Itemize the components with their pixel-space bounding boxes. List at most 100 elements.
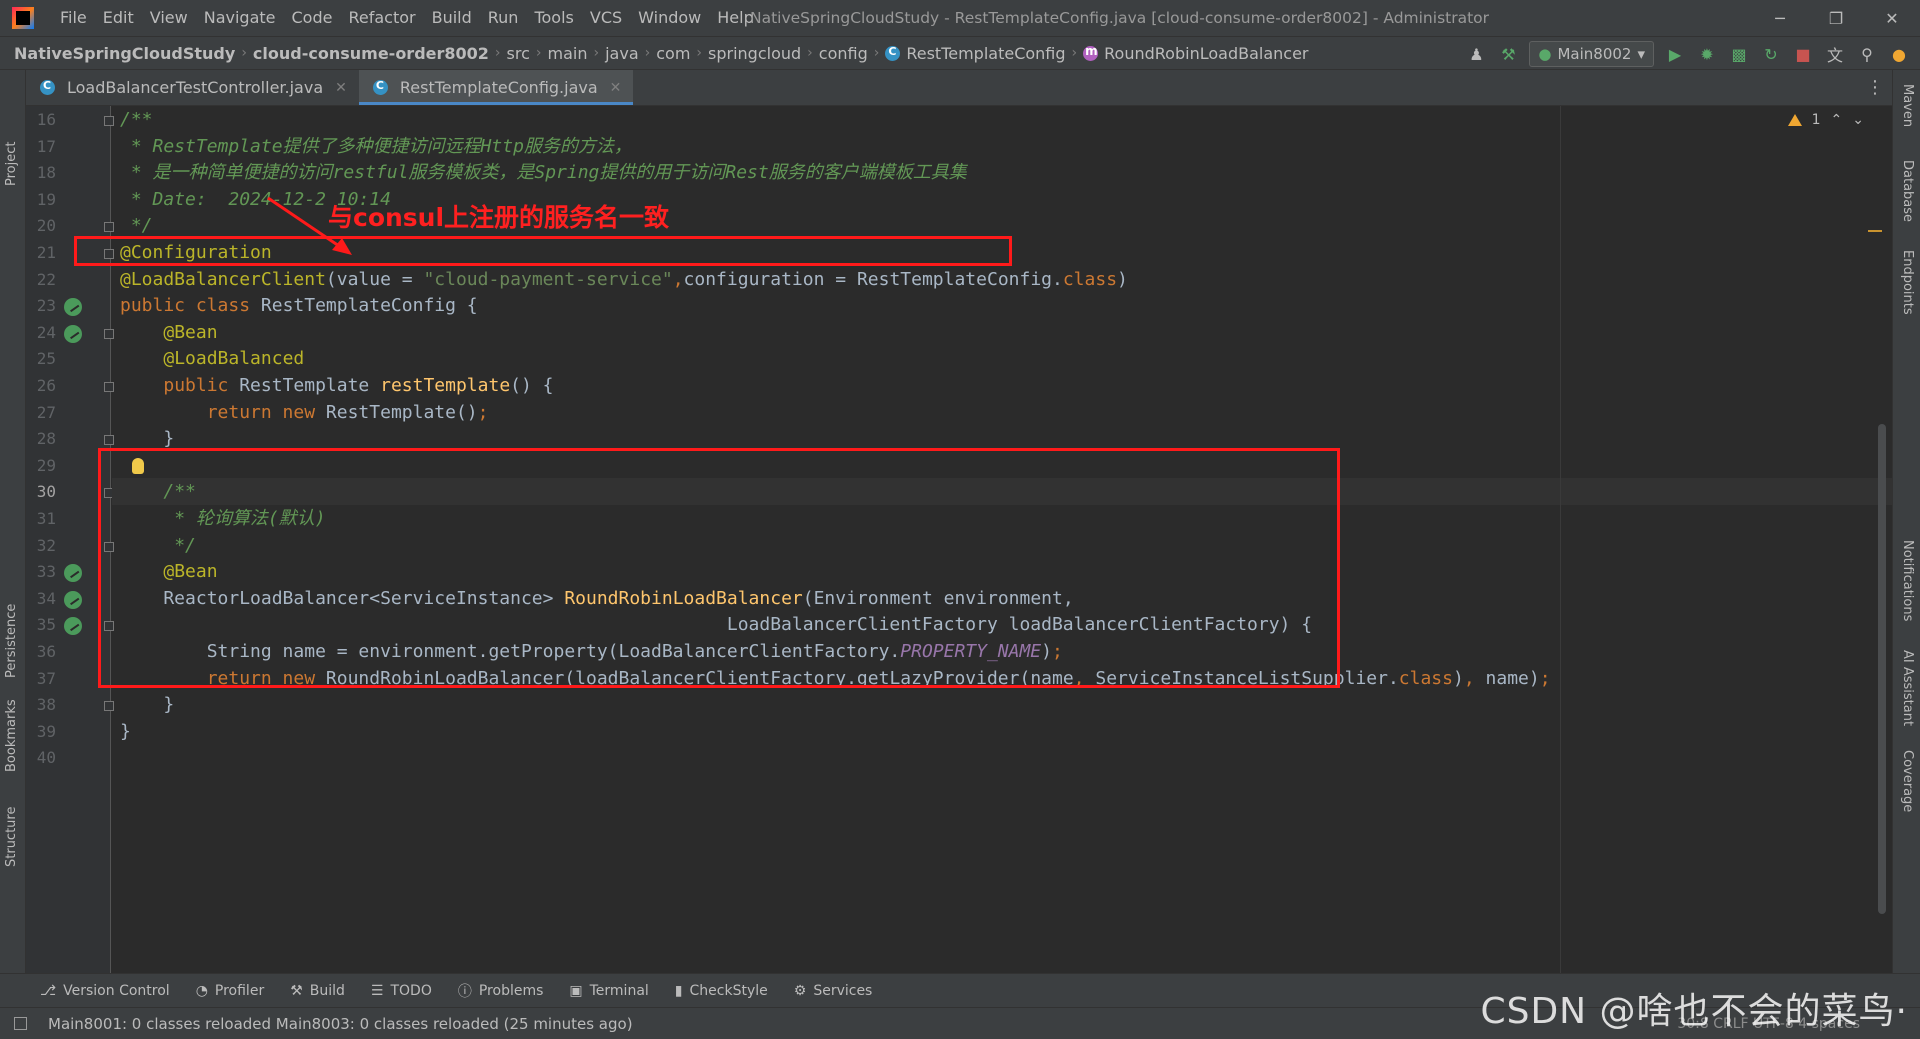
fold-marker-icon[interactable] — [104, 328, 114, 339]
code-line[interactable]: return new RestTemplate(); — [120, 397, 489, 429]
breadcrumb-item[interactable]: com — [656, 44, 690, 63]
fold-marker-icon[interactable] — [104, 116, 114, 126]
tool-window-todo[interactable]: ☰ TODO — [371, 983, 432, 999]
line-number[interactable]: 28 — [26, 429, 56, 448]
line-number[interactable]: 39 — [26, 722, 56, 741]
spring-bean-icon[interactable] — [64, 564, 82, 583]
chevron-up-icon[interactable]: ⌃ — [1831, 112, 1843, 128]
fold-marker-icon[interactable] — [104, 435, 114, 446]
line-number[interactable]: 38 — [26, 695, 56, 714]
tool-window-bookmarks[interactable]: Bookmarks — [4, 699, 19, 772]
line-number[interactable]: 37 — [26, 669, 56, 688]
chevron-down-icon[interactable]: ⌄ — [1852, 112, 1864, 128]
tool-window-notifications[interactable]: Notifications — [1900, 540, 1915, 621]
spring-bean-icon[interactable] — [64, 324, 82, 343]
tool-window-maven[interactable]: Maven — [1900, 84, 1915, 127]
tool-window-problems[interactable]: ⓘ Problems — [458, 981, 544, 1001]
line-number[interactable]: 21 — [26, 243, 56, 262]
breadcrumb-item[interactable]: NativeSpringCloudStudy — [14, 44, 235, 63]
line-number[interactable]: 24 — [26, 323, 56, 342]
code-line[interactable]: } — [120, 716, 131, 748]
tool-window-ai-assistant[interactable]: AI Assistant — [1900, 650, 1915, 726]
menu-window[interactable]: Window — [630, 0, 709, 36]
coverage-icon[interactable]: ▩ — [1728, 43, 1750, 65]
line-number[interactable]: 40 — [26, 748, 56, 767]
line-number[interactable]: 22 — [26, 270, 56, 289]
spring-bean-icon[interactable] — [64, 590, 82, 609]
search-icon[interactable]: ⚲ — [1856, 43, 1878, 65]
close-icon[interactable]: ✕ — [610, 80, 622, 96]
menu-file[interactable]: File — [52, 0, 95, 36]
line-number[interactable]: 32 — [26, 536, 56, 555]
tool-window-structure[interactable]: Structure — [4, 807, 19, 867]
spring-bean-icon[interactable] — [64, 298, 82, 317]
line-number[interactable]: 27 — [26, 403, 56, 422]
update-icon[interactable]: ● — [1888, 43, 1910, 65]
more-options-icon[interactable]: ⋮ — [1866, 70, 1884, 106]
menu-vcs[interactable]: VCS — [582, 0, 630, 36]
line-number[interactable]: 31 — [26, 509, 56, 528]
breadcrumb-item[interactable]: main — [548, 44, 588, 63]
minimize-button[interactable]: ─ — [1752, 0, 1808, 36]
menu-edit[interactable]: Edit — [95, 0, 142, 36]
line-number[interactable]: 20 — [26, 216, 56, 235]
line-number[interactable]: 26 — [26, 376, 56, 395]
tool-window-build[interactable]: ⚒ Build — [290, 983, 345, 999]
line-number[interactable]: 33 — [26, 562, 56, 581]
tool-window-services[interactable]: ⚙ Services — [794, 983, 873, 999]
profile-icon[interactable]: ↻ — [1760, 43, 1782, 65]
user-icon[interactable]: ♟ — [1465, 43, 1487, 65]
close-icon[interactable]: ✕ — [335, 80, 347, 96]
fold-marker-icon[interactable] — [104, 382, 114, 392]
run-icon[interactable]: ▶ — [1664, 43, 1686, 65]
menu-tools[interactable]: Tools — [526, 0, 581, 36]
menu-build[interactable]: Build — [424, 0, 480, 36]
line-number[interactable]: 16 — [26, 110, 56, 129]
line-number[interactable]: 30 — [26, 482, 56, 501]
tool-window-database[interactable]: Database — [1900, 160, 1915, 222]
line-number[interactable]: 36 — [26, 642, 56, 661]
code-editor[interactable]: 16 17 18 19 20 21 22 23 24 25 26 27 28 29 30 31 32 33 34 35… — [26, 106, 1892, 973]
line-number[interactable]: 35 — [26, 615, 56, 634]
menu-code[interactable]: Code — [284, 0, 341, 36]
line-number[interactable]: 18 — [26, 163, 56, 182]
menu-navigate[interactable]: Navigate — [196, 0, 284, 36]
breadcrumb-item[interactable]: springcloud — [708, 44, 801, 63]
breadcrumb-item[interactable]: RestTemplateConfig — [885, 44, 1066, 63]
run-configuration-select[interactable]: ● Main8002 ▾ — [1529, 41, 1654, 67]
menu-run[interactable]: Run — [480, 0, 527, 36]
line-number[interactable]: 25 — [26, 349, 56, 368]
tool-window-coverage[interactable]: Coverage — [1900, 750, 1915, 812]
line-number[interactable]: 34 — [26, 589, 56, 608]
layout-icon[interactable] — [14, 1017, 27, 1030]
line-number[interactable]: 29 — [26, 456, 56, 475]
line-number[interactable]: 23 — [26, 296, 56, 315]
fold-marker-icon[interactable] — [104, 222, 114, 233]
translate-icon[interactable]: 文 — [1824, 43, 1846, 65]
breadcrumb-item[interactable]: src — [507, 44, 530, 63]
tool-window-checkstyle[interactable]: ▮ CheckStyle — [675, 983, 768, 999]
tool-window-profiler[interactable]: ◔ Profiler — [196, 983, 265, 999]
intention-bulb-icon[interactable] — [132, 457, 144, 474]
restore-button[interactable]: ❐ — [1808, 0, 1864, 36]
breadcrumb-item[interactable]: config — [819, 44, 868, 63]
line-number[interactable]: 17 — [26, 137, 56, 156]
warning-stripe-marker[interactable] — [1868, 230, 1882, 232]
tool-window-version-control[interactable]: ⎇ Version Control — [40, 983, 170, 999]
stop-icon[interactable]: ■ — [1792, 43, 1814, 65]
tool-window-project[interactable]: Project — [4, 142, 19, 186]
tool-window-terminal[interactable]: ▣ Terminal — [569, 983, 648, 999]
debug-icon[interactable]: ✹ — [1696, 43, 1718, 65]
tab-loadbalancertestcontroller[interactable]: LoadBalancerTestController.java ✕ — [26, 70, 359, 105]
tab-resttemplateconfig[interactable]: RestTemplateConfig.java ✕ — [358, 70, 634, 105]
vertical-scrollbar[interactable] — [1878, 424, 1886, 914]
build-hammer-icon[interactable]: ⚒ — [1497, 43, 1519, 65]
close-button[interactable]: ✕ — [1864, 0, 1920, 36]
spring-bean-icon[interactable] — [64, 617, 82, 636]
fold-marker-icon[interactable] — [104, 701, 114, 712]
menu-view[interactable]: View — [142, 0, 196, 36]
inspection-widget[interactable]: 1 ⌃ ⌄ — [1787, 112, 1864, 128]
menu-refactor[interactable]: Refactor — [340, 0, 423, 36]
breadcrumb-item[interactable]: RoundRobinLoadBalancer — [1083, 44, 1308, 63]
tool-window-endpoints[interactable]: Endpoints — [1900, 250, 1915, 315]
